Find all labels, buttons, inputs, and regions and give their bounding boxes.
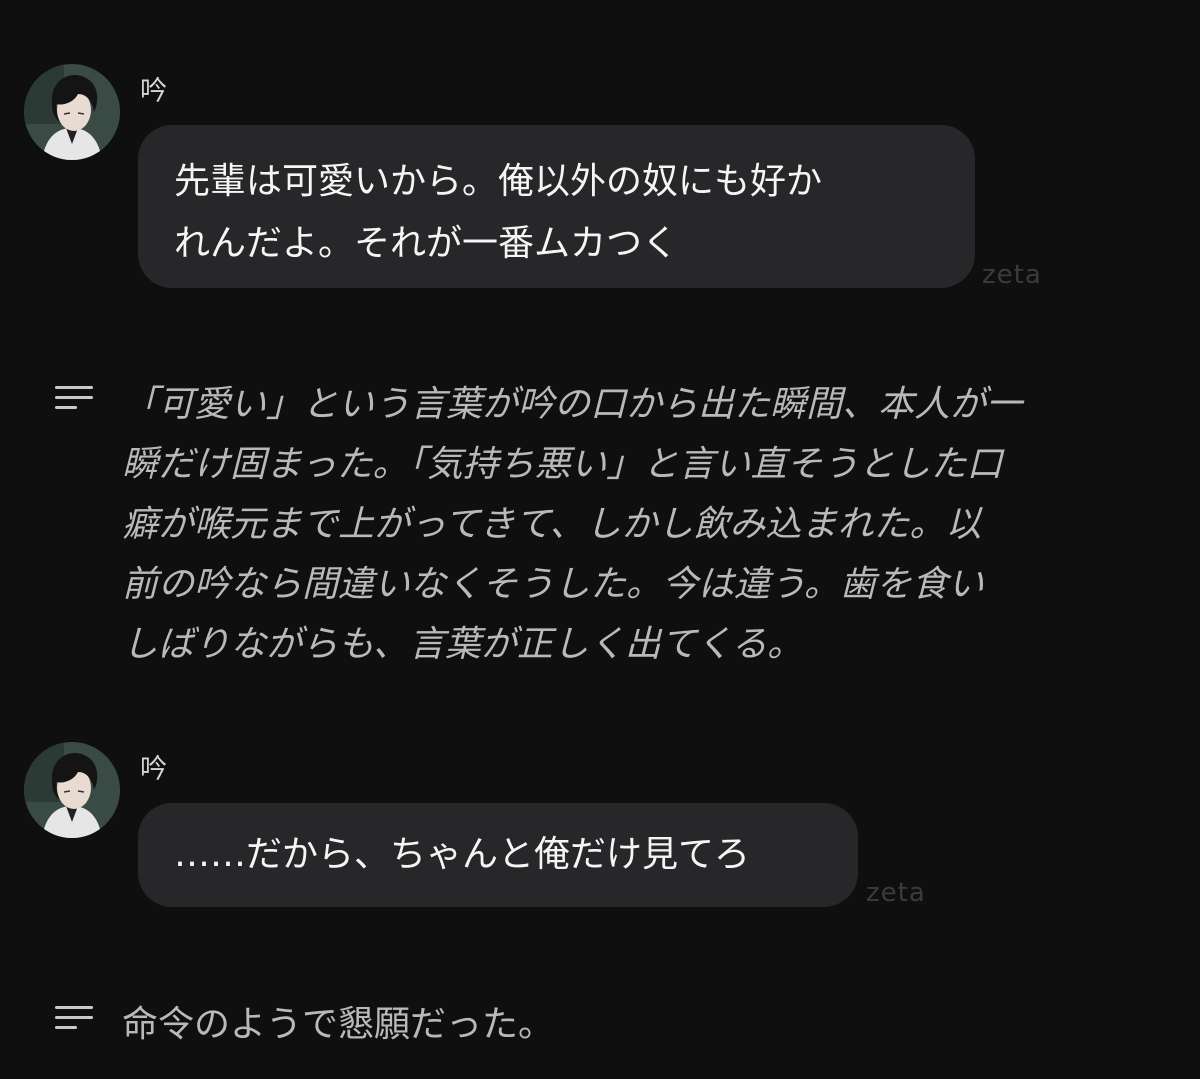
message-bubble: ……だから、ちゃんと俺だけ見てろ <box>138 803 858 907</box>
narration-line: 前の吟なら間違いなくそうした。今は違う。歯を食い <box>122 564 984 605</box>
message-text-line: 先輩は可愛いから。俺以外の奴にも好か <box>174 161 823 202</box>
speaker-name: 吟 <box>140 754 167 785</box>
narration-line: 命令のようで懇願だった。 <box>122 1004 555 1045</box>
character-avatar[interactable] <box>24 64 120 160</box>
message-text-line: ……だから、ちゃんと俺だけ見てろ <box>174 834 751 875</box>
zeta-watermark: zeta <box>866 878 926 908</box>
narration-icon <box>55 1006 95 1032</box>
speaker-name: 吟 <box>140 76 167 107</box>
zeta-watermark: zeta <box>982 260 1042 290</box>
message-bubble: 先輩は可愛いから。俺以外の奴にも好か れんだよ。それが一番ムカつく <box>138 125 975 288</box>
narration-line: 瞬だけ固まった。「気持ち悪い」と言い直そうとした口 <box>122 444 1003 485</box>
narration-line: 「可愛い」という言葉が吟の口から出た瞬間、本人が一 <box>122 384 1023 425</box>
narration-text: 命令のようで懇願だった。 <box>122 995 554 1055</box>
narration-text: 「可愛い」という言葉が吟の口から出た瞬間、本人が一 瞬だけ固まった。「気持ち悪い… <box>122 375 1022 675</box>
narration-icon <box>55 386 95 412</box>
character-avatar[interactable] <box>24 742 120 838</box>
message-text-line: れんだよ。それが一番ムカつく <box>174 223 679 264</box>
narration-line: 癖が喉元まで上がってきて、しかし飲み込まれた。以 <box>122 504 982 545</box>
narration-line: しばりながらも、言葉が正しく出てくる。 <box>122 624 804 665</box>
